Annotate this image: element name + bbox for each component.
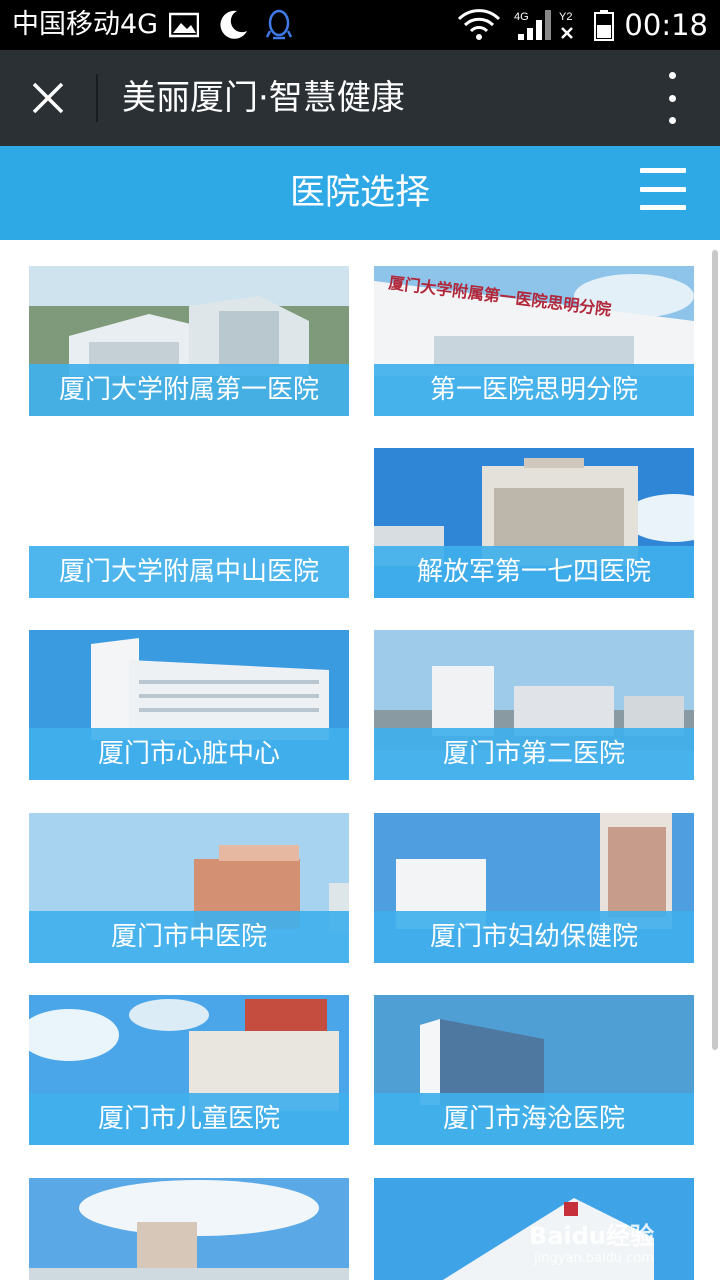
qq-icon [264, 8, 294, 42]
hospital-card[interactable]: 厦门市儿童医院 [29, 995, 349, 1145]
hospital-name: 第一医院思明分院 [374, 364, 694, 416]
gallery-icon [168, 8, 200, 42]
moon-icon [214, 8, 250, 42]
more-options-button[interactable] [662, 72, 682, 124]
clock: 00:18 [624, 8, 708, 42]
watermark-brand: Baidu经验 [529, 1222, 654, 1250]
hospital-name: 厦门大学附属中山医院 [29, 546, 349, 598]
hospital-name: 厦门市心脏中心 [29, 728, 349, 780]
svg-text:4G: 4G [514, 11, 529, 23]
battery-icon [592, 8, 616, 42]
wifi-icon [456, 8, 502, 42]
hospital-card[interactable] [29, 1178, 349, 1280]
hospital-card[interactable]: 厦门大学附属第一医院 [29, 266, 349, 416]
menu-icon [640, 168, 686, 173]
hospital-card[interactable]: 厦门市海沧医院 [374, 995, 694, 1145]
carrier-label: 中国移动4G [12, 9, 159, 40]
watermark-url: jingyan.baidu.com [534, 1251, 654, 1266]
hospital-card[interactable]: 厦门市心脏中心 [29, 630, 349, 780]
hospital-card[interactable]: 厦门市第二医院 [374, 630, 694, 780]
baidu-watermark: Baidu经验 jingyan.baidu.com [529, 1216, 654, 1266]
close-button[interactable] [20, 74, 76, 122]
hospital-card[interactable]: 厦门大学附属第一医院思明分院 第一医院思明分院 [374, 266, 694, 416]
signal-icon: 4G [512, 8, 554, 42]
hospital-name: 解放军第一七四医院 [374, 546, 694, 598]
hospital-card[interactable]: 厦门市妇幼保健院 [374, 813, 694, 963]
status-bar: 中国移动4G 4G Y2 00:18 [0, 0, 720, 50]
page-header: 医院选择 [0, 146, 720, 240]
hospital-card[interactable]: Baidu经验 jingyan.baidu.com [374, 1178, 694, 1280]
hospital-list: 厦门大学附属第一医院 厦门大学附属第一医院思明分院 第一医院思明分院 厦门大学附… [0, 240, 720, 1280]
more-vertical-icon [668, 72, 676, 79]
close-icon [32, 82, 64, 114]
hospital-name: 厦门市海沧医院 [374, 1093, 694, 1145]
scrollbar[interactable] [712, 250, 718, 1050]
svg-text:Y2: Y2 [559, 11, 572, 23]
menu-button[interactable] [640, 168, 686, 210]
hospital-card[interactable]: 解放军第一七四医院 [374, 448, 694, 598]
hospital-name: 厦门市儿童医院 [29, 1093, 349, 1145]
hospital-card[interactable]: 厦门大学附属中山医院 [29, 448, 349, 598]
app-title-bar: 美丽厦门·智慧健康 [0, 50, 720, 146]
hospital-name: 厦门市妇幼保健院 [374, 911, 694, 963]
hospital-photo [29, 1178, 349, 1280]
hospital-name: 厦门大学附属第一医院 [29, 364, 349, 416]
title-divider [96, 74, 98, 122]
hospital-name: 厦门市中医院 [29, 911, 349, 963]
hospital-card[interactable]: 厦门市中医院 [29, 813, 349, 963]
app-title: 美丽厦门·智慧健康 [122, 78, 405, 118]
sim-icon: Y2 [556, 8, 584, 42]
page-title: 医院选择 [289, 173, 430, 213]
hospital-name: 厦门市第二医院 [374, 728, 694, 780]
